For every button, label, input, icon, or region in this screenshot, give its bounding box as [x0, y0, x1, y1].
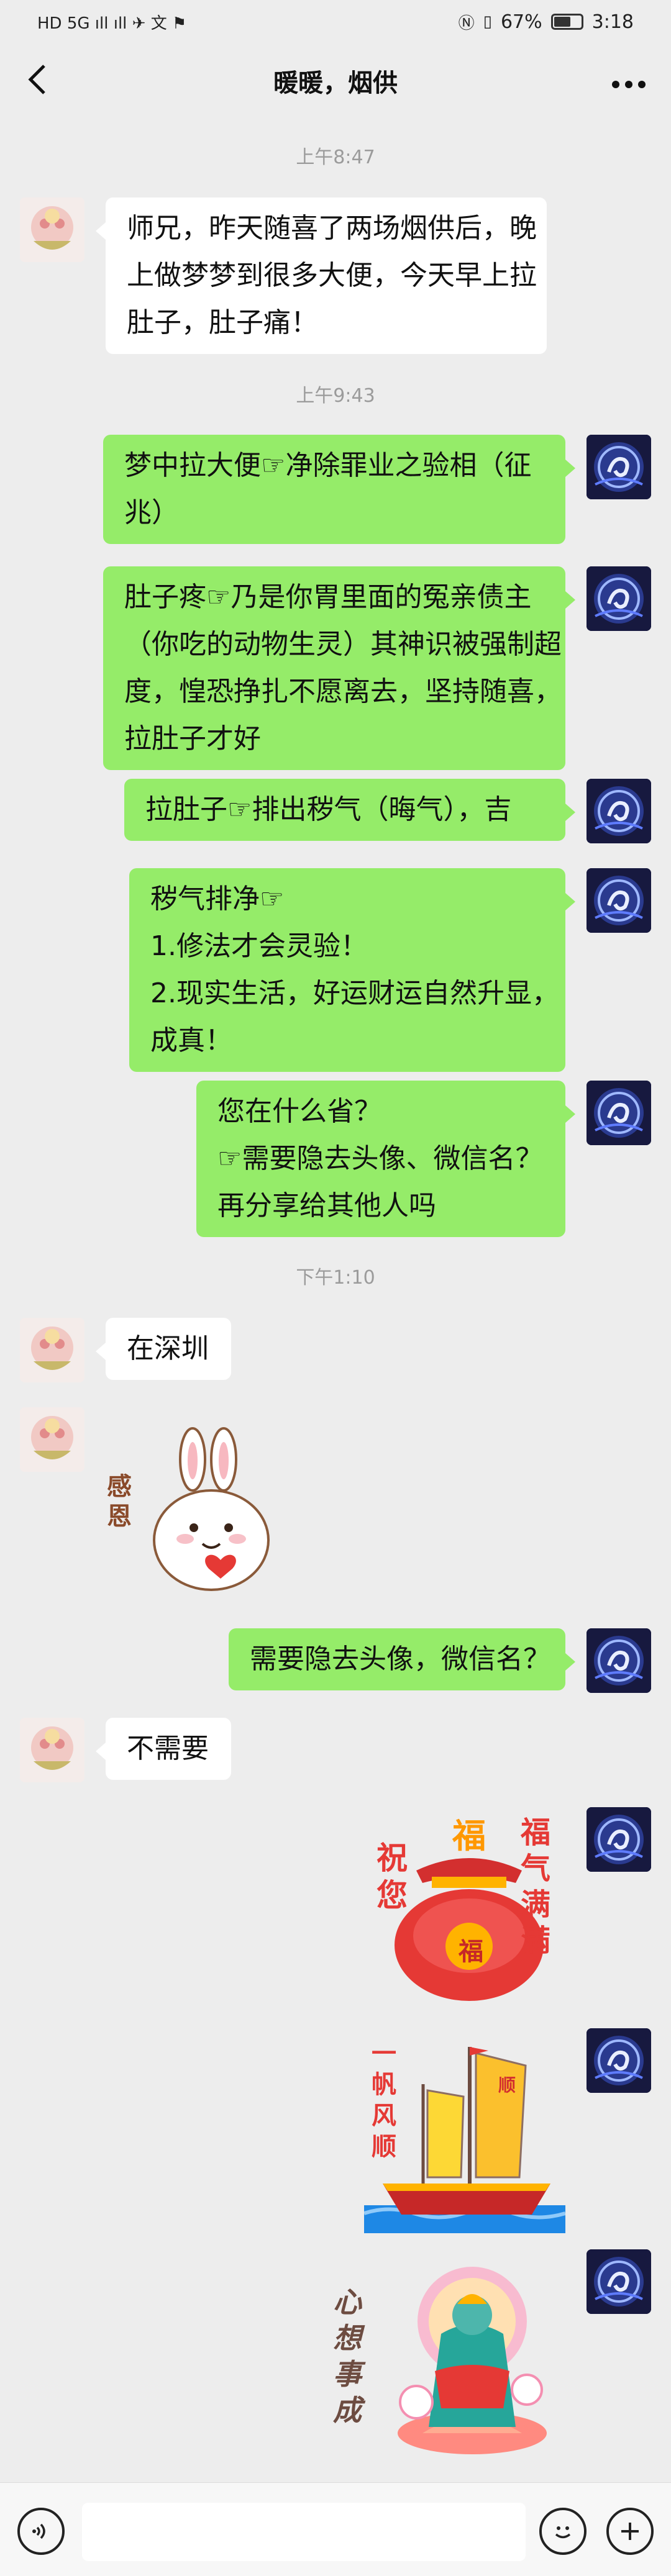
message-text: 不需要 — [127, 1733, 209, 1764]
plus-icon — [621, 2523, 639, 2540]
message-text: 梦中拉大便☞净除罪业之验相（征 — [124, 450, 532, 481]
message-text: 兆） — [124, 497, 179, 528]
avatar[interactable] — [20, 1718, 84, 1782]
message-text: 成真！ — [150, 1025, 232, 1056]
message-bubble-outgoing[interactable]: 肚子疼☞乃是你胃里面的冤亲债主 （你吃的动物生灵）其神识被强制超 度，惶恐挣扎不… — [103, 566, 575, 770]
emoji-icon — [555, 2526, 571, 2539]
status-left: HD 5G ıll ıll ✈ 文 ⚑ — [37, 11, 186, 34]
avatar[interactable] — [20, 1407, 84, 1472]
more-button[interactable] — [611, 62, 646, 96]
message-bubble-incoming[interactable]: 师兄，昨天随喜了两场烟供后，晚 上做梦梦到很多大便，今天早上拉 肚子，肚子痛！ — [96, 197, 547, 354]
more-dots-icon — [612, 81, 646, 88]
message-text: ☞需要隐去头像、微信名？ — [217, 1143, 543, 1174]
chat-title: 暖暖，烟供 — [273, 69, 398, 98]
message-text: 肚子疼☞乃是你胃里面的冤亲债主 — [124, 581, 532, 613]
message-bubble-outgoing[interactable]: 您在什么省？ ☞需要隐去头像、微信名？ 再分享给其他人吗 — [196, 1081, 575, 1237]
timestamp: 上午8:47 — [296, 147, 375, 168]
message-text: 需要隐去头像，微信名？ — [250, 1643, 550, 1675]
avatar[interactable] — [587, 2028, 651, 2093]
message-text: 1.修法才会灵验！ — [150, 930, 368, 962]
sticker-caption: 感 恩 — [107, 1472, 132, 1531]
avatar[interactable] — [587, 779, 651, 843]
input-bar — [0, 2482, 671, 2576]
message-text: 再分享给其他人吗 — [217, 1190, 436, 1222]
message-text: 您在什么省？ — [217, 1095, 381, 1127]
emoji-button[interactable] — [539, 2508, 587, 2555]
rabbit-sticker[interactable]: 感 恩 — [106, 1422, 286, 1602]
deity-sticker[interactable]: 心想事成 — [329, 2247, 565, 2464]
message-text: 师兄，昨天随喜了两场烟供后，晚 — [127, 212, 537, 244]
status-bar: HD 5G ıll ıll ✈ 文 ⚑ Ⓝ ▯ 67% 3:18 — [0, 0, 671, 43]
voice-button[interactable] — [17, 2508, 65, 2555]
message-text: 拉肚子☞排出秽气（晦气），吉 — [145, 794, 512, 825]
back-button[interactable] — [19, 61, 56, 98]
chat-header: 暖暖，烟供 — [0, 43, 671, 118]
nfc-icon: Ⓝ — [458, 14, 475, 33]
message-text: 拉肚子才好 — [124, 723, 261, 755]
battery-icon — [550, 14, 583, 30]
message-text: 秽气排净☞ — [150, 883, 285, 915]
avatar[interactable] — [20, 1318, 84, 1382]
chevron-left-icon — [28, 65, 45, 94]
message-bubble-outgoing[interactable]: 秽气排净☞ 1.修法才会灵验！ 2.现实生活，好运财运自然升显， 成真！ — [129, 868, 575, 1072]
status-right: Ⓝ ▯ 67% 3:18 — [459, 11, 634, 34]
avatar[interactable] — [587, 435, 651, 499]
timestamp: 上午9:43 — [296, 385, 375, 407]
message-bubble-incoming[interactable]: 在深圳 — [96, 1318, 231, 1380]
avatar[interactable] — [587, 868, 651, 933]
message-bubble-outgoing[interactable]: 需要隐去头像，微信名？ — [229, 1628, 575, 1690]
message-input[interactable] — [82, 2503, 526, 2561]
message-text: 2.现实生活，好运财运自然升显， — [150, 977, 559, 1009]
fortune-bag-sticker[interactable]: 福 福 祝您 福气满满 — [373, 1802, 565, 2007]
avatar[interactable] — [587, 1807, 651, 1872]
battery-percent: 67% — [500, 11, 542, 33]
signal-icons: HD 5G ıll ıll ✈ 文 ⚑ — [37, 14, 187, 33]
message-text: 度，惶恐挣扎不愿离去，坚持随喜， — [124, 676, 562, 707]
avatar[interactable] — [20, 197, 84, 262]
avatar[interactable] — [587, 1628, 651, 1693]
message-text: 在深圳 — [127, 1333, 209, 1364]
clock: 3:18 — [591, 11, 634, 33]
avatar[interactable] — [587, 1081, 651, 1145]
message-text: 上做梦梦到很多大便，今天早上拉 — [127, 260, 537, 291]
avatar[interactable] — [587, 566, 651, 631]
timestamp: 下午1:10 — [296, 1267, 375, 1289]
message-bubble-incoming[interactable]: 不需要 — [96, 1718, 231, 1780]
plus-button[interactable] — [606, 2508, 654, 2555]
message-text: 肚子，肚子痛！ — [127, 307, 318, 338]
message-bubble-outgoing[interactable]: 梦中拉大便☞净除罪业之验相（征 兆） — [103, 435, 575, 544]
vibrate-icon: ▯ — [483, 12, 492, 31]
sailing-ship-sticker[interactable]: 一帆风顺 顺 — [363, 2028, 566, 2233]
message-text: （你吃的动物生灵）其神识被强制超 — [124, 628, 562, 660]
rabbit-thanks-icon — [153, 1427, 270, 1591]
avatar[interactable] — [587, 2249, 651, 2314]
voice-icon — [32, 2523, 45, 2539]
message-bubble-outgoing[interactable]: 拉肚子☞排出秽气（晦气），吉 — [124, 779, 575, 841]
